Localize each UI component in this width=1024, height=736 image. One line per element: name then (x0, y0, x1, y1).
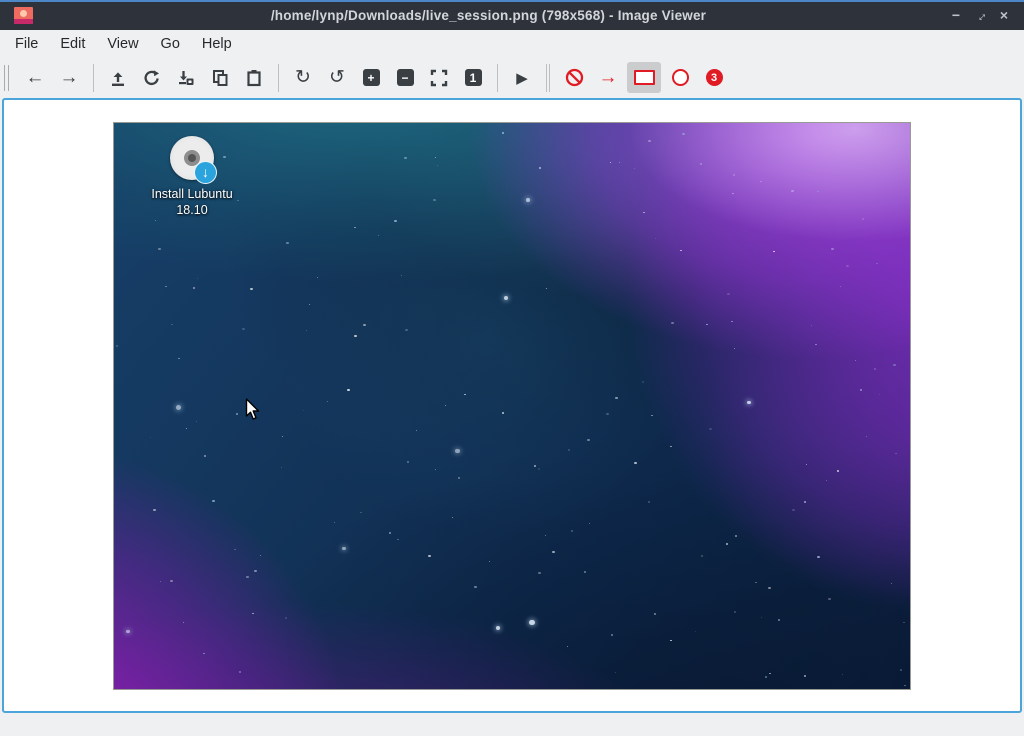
reload-icon (143, 69, 161, 87)
install-lubuntu-desktop-icon: ↓ Install Lubuntu 18.10 (136, 136, 248, 219)
upload-icon (109, 69, 127, 87)
install-icon-label: Install Lubuntu 18.10 (136, 186, 248, 219)
save-button[interactable] (171, 63, 201, 93)
copy-icon (211, 69, 229, 87)
toolbar-separator-double (546, 64, 547, 92)
maximize-button[interactable]: ↔ (968, 4, 992, 26)
zoom-out-button[interactable]: − (390, 63, 420, 93)
number-annotation-icon: 3 (706, 69, 723, 86)
menubar: File Edit View Go Help (0, 30, 1024, 58)
minimize-button[interactable]: − (944, 4, 968, 26)
rotate-ccw-icon: ↺ (329, 68, 345, 87)
menu-view[interactable]: View (96, 32, 149, 56)
original-size-icon: 1 (465, 69, 482, 86)
annotation-rectangle-tool[interactable] (627, 62, 661, 93)
titlebar[interactable]: /home/lynp/Downloads/live_session.png (7… (0, 0, 1024, 30)
toolbar: ← → ↻ ↺ + − 1 ▶ → (0, 58, 1024, 97)
paste-icon (245, 69, 263, 87)
annotation-none-tool[interactable] (559, 63, 589, 93)
upload-button[interactable] (103, 63, 133, 93)
app-icon (14, 7, 33, 24)
image-viewer-window: /home/lynp/Downloads/live_session.png (7… (0, 0, 1024, 736)
window-bottom-strip (0, 713, 1024, 736)
app-icon-sun (20, 10, 27, 17)
rectangle-annotation-icon (634, 70, 655, 85)
rotate-clockwise-button[interactable]: ↻ (288, 63, 318, 93)
left-arrow-icon: ← (26, 68, 45, 87)
annotation-arrow-tool[interactable]: → (593, 63, 623, 93)
image-viewport[interactable]: ↓ Install Lubuntu 18.10 (2, 98, 1022, 713)
close-button[interactable]: × (992, 4, 1016, 26)
app-icon-band (14, 19, 33, 24)
rotate-counterclockwise-button[interactable]: ↺ (322, 63, 352, 93)
menu-go[interactable]: Go (150, 32, 191, 56)
fit-to-window-button[interactable] (424, 63, 454, 93)
menu-help[interactable]: Help (191, 32, 243, 56)
toolbar-separator (278, 64, 279, 92)
annotation-number-tool[interactable]: 3 (699, 63, 729, 93)
rotate-cw-icon: ↻ (295, 68, 311, 87)
zoom-in-icon: + (363, 69, 380, 86)
zoom-out-icon: − (397, 69, 414, 86)
annotation-circle-tool[interactable] (665, 63, 695, 93)
mouse-cursor (245, 398, 262, 422)
toolbar-separator (497, 64, 498, 92)
original-size-button[interactable]: 1 (458, 63, 488, 93)
fit-to-window-icon (430, 69, 448, 87)
menu-edit[interactable]: Edit (49, 32, 96, 56)
window-title: /home/lynp/Downloads/live_session.png (7… (33, 8, 944, 23)
slideshow-play-button[interactable]: ▶ (507, 63, 537, 93)
copy-button[interactable] (205, 63, 235, 93)
circle-annotation-icon (672, 69, 689, 86)
paste-button[interactable] (239, 63, 269, 93)
maximize-icon: ↔ (970, 5, 990, 25)
no-annotation-icon (565, 68, 584, 87)
next-file-button[interactable]: → (54, 63, 84, 93)
displayed-image[interactable]: ↓ Install Lubuntu 18.10 (113, 122, 911, 690)
arrow-annotation-icon: → (599, 68, 618, 87)
play-icon: ▶ (516, 69, 528, 87)
reload-button[interactable] (137, 63, 167, 93)
save-icon (177, 69, 195, 87)
zoom-in-button[interactable]: + (356, 63, 386, 93)
download-badge-icon: ↓ (194, 161, 217, 184)
previous-file-button[interactable]: ← (20, 63, 50, 93)
right-arrow-icon: → (60, 68, 79, 87)
toolbar-drag-handle[interactable] (4, 65, 9, 91)
menu-file[interactable]: File (4, 32, 49, 56)
toolbar-separator (93, 64, 94, 92)
